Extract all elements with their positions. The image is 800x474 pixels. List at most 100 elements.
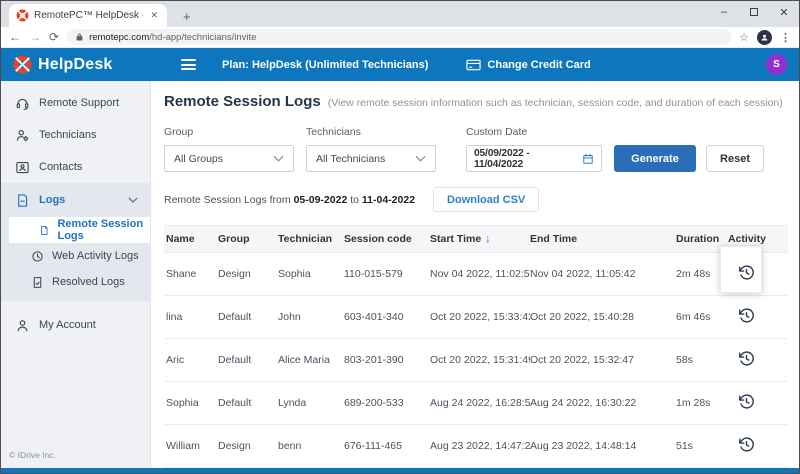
filters-bar: Group All Groups Technicians All Technic… xyxy=(164,126,786,172)
hamburger-menu-icon[interactable] xyxy=(181,59,196,70)
cell-technician: benn xyxy=(278,424,344,468)
sidebar-item-label: Contacts xyxy=(39,161,83,173)
person-icon xyxy=(761,34,768,40)
group-select[interactable]: All Groups xyxy=(164,145,294,172)
cell-session-code: 676-111-465 xyxy=(344,424,430,468)
sidebar-item-web-activity-logs[interactable]: Web Activity Logs xyxy=(1,243,150,269)
cell-start-time: Oct 20 2022, 15:33:42 xyxy=(430,295,530,339)
cell-technician: Lynda xyxy=(278,381,344,425)
col-session-code[interactable]: Session code xyxy=(344,225,430,253)
cell-name: Sophia xyxy=(164,381,218,425)
sidebar-item-resolved-logs[interactable]: Resolved Logs xyxy=(1,269,150,295)
sidebar-item-label: Technicians xyxy=(39,129,97,141)
cell-start-time: Nov 04 2022, 11:02:54 xyxy=(430,252,530,296)
forward-button[interactable]: → xyxy=(29,31,41,43)
date-range-input[interactable]: 05/09/2022 - 11/04/2022 xyxy=(466,145,602,172)
col-technician[interactable]: Technician xyxy=(278,225,344,253)
sidebar-item-label: My Account xyxy=(39,319,96,331)
sidebar-item-label: Logs xyxy=(39,194,66,206)
activity-history-icon[interactable] xyxy=(738,436,755,453)
summary-to-date: 11-04-2022 xyxy=(361,193,416,206)
cell-group: Default xyxy=(218,381,278,425)
change-credit-card-label: Change Credit Card xyxy=(487,58,591,71)
browser-menu-icon[interactable]: ⋮ xyxy=(780,31,791,44)
col-group[interactable]: Group xyxy=(218,225,278,253)
browser-tab[interactable]: RemotePC™ HelpDesk - Remote ✕ xyxy=(9,4,167,27)
change-credit-card-button[interactable]: Change Credit Card xyxy=(466,58,591,71)
cell-session-code: 110-015-579 xyxy=(344,252,430,296)
tab-close-icon[interactable]: ✕ xyxy=(148,10,160,21)
cell-duration: 6m 46s xyxy=(676,295,728,339)
tab-strip: RemotePC™ HelpDesk - Remote ✕ + – ✕ xyxy=(1,1,799,27)
cell-duration: 51s xyxy=(676,424,728,468)
sidebar: Remote Support Technicians Contacts Logs… xyxy=(1,81,151,468)
user-avatar[interactable]: S xyxy=(766,54,787,75)
url-path: /hd-app/technicians/invite xyxy=(149,31,257,43)
col-name[interactable]: Name xyxy=(164,225,218,253)
window-minimize-button[interactable]: – xyxy=(709,1,739,23)
sidebar-item-technicians[interactable]: Technicians xyxy=(1,119,150,151)
sidebar-item-contacts[interactable]: Contacts xyxy=(1,151,150,183)
bookmark-star-icon[interactable]: ☆ xyxy=(739,31,749,44)
browser-profile-avatar[interactable] xyxy=(757,29,772,45)
download-csv-button[interactable]: Download CSV xyxy=(433,187,540,212)
col-start-time[interactable]: Start Time ↓ xyxy=(430,225,530,253)
brand-logo[interactable]: HelpDesk xyxy=(13,55,163,74)
cell-duration: 58s xyxy=(676,338,728,382)
table-row: lina Default John 603-401-340 Oct 20 202… xyxy=(164,295,788,339)
sidebar-item-label: Resolved Logs xyxy=(52,276,125,288)
summary-row: Remote Session Logs from 05-09-2022 to 1… xyxy=(164,187,786,212)
new-tab-button[interactable]: + xyxy=(177,9,197,27)
maximize-icon xyxy=(750,8,758,16)
sidebar-item-logs[interactable]: Logs xyxy=(1,183,150,217)
cell-end-time: Oct 20 2022, 15:32:47 xyxy=(530,338,676,382)
cell-end-time: Aug 23 2022, 14:48:14 xyxy=(530,424,676,468)
col-activity[interactable]: Activity xyxy=(728,225,788,253)
cell-start-time: Aug 24 2022, 16:28:54 xyxy=(430,381,530,425)
sort-descending-icon[interactable]: ↓ xyxy=(485,233,491,245)
plan-label: Plan: HelpDesk (Unlimited Technicians) xyxy=(222,58,429,71)
activity-history-icon[interactable] xyxy=(738,264,755,281)
sidebar-item-my-account[interactable]: My Account xyxy=(1,309,150,341)
window-close-button[interactable]: ✕ xyxy=(769,1,799,23)
session-logs-table: Name Group Technician Session code Start… xyxy=(164,225,788,468)
technicians-select[interactable]: All Technicians xyxy=(306,145,436,172)
activity-history-icon[interactable] xyxy=(738,393,755,410)
tab-favicon-lifebuoy-icon xyxy=(16,9,29,22)
sidebar-item-remote-support[interactable]: Remote Support xyxy=(1,87,150,119)
page-title: Remote Session Logs xyxy=(164,93,321,110)
page-subtitle: (View remote session information such as… xyxy=(327,97,783,109)
cell-group: Design xyxy=(218,252,278,296)
col-duration[interactable]: Duration xyxy=(676,225,728,253)
cell-session-code: 603-401-340 xyxy=(344,295,430,339)
chevron-down-icon xyxy=(415,155,426,162)
headset-icon xyxy=(16,98,29,110)
calendar-icon xyxy=(583,153,593,164)
url-domain: remotepc.com xyxy=(89,31,150,43)
reset-button[interactable]: Reset xyxy=(706,145,764,172)
summary-text: Remote Session Logs from 05-09-2022 to 1… xyxy=(164,193,416,206)
copyright-text: © IDrive Inc. xyxy=(9,450,56,460)
window-maximize-button[interactable] xyxy=(739,1,769,23)
table-row: Shane Design Sophia 110-015-579 Nov 04 2… xyxy=(164,252,788,296)
generate-button[interactable]: Generate xyxy=(614,145,696,172)
url-text: remotepc.com/hd-app/technicians/invite xyxy=(89,32,256,43)
sidebar-item-label: Web Activity Logs xyxy=(52,250,139,262)
address-bar[interactable]: remotepc.com/hd-app/technicians/invite xyxy=(67,29,732,45)
cell-name: lina xyxy=(164,295,218,339)
sidebar-item-remote-session-logs[interactable]: Remote Session Logs xyxy=(9,217,150,243)
activity-history-icon[interactable] xyxy=(738,350,755,367)
col-end-time[interactable]: End Time xyxy=(530,225,676,253)
refresh-button[interactable]: ⟳ xyxy=(49,31,59,43)
back-button[interactable]: ← xyxy=(9,31,21,43)
cell-technician: Alice Maria xyxy=(278,338,344,382)
group-filter-label: Group xyxy=(164,126,194,138)
cell-session-code: 803-201-390 xyxy=(344,338,430,382)
cell-duration: 2m 48s xyxy=(676,252,728,296)
logs-document-icon xyxy=(18,193,28,207)
sidebar-logs-group: Logs Remote Session Logs Web Activity Lo… xyxy=(1,183,150,301)
cell-session-code: 689-200-533 xyxy=(344,381,430,425)
resolved-log-icon xyxy=(33,276,42,288)
activity-history-icon[interactable] xyxy=(738,307,755,324)
contact-card-icon xyxy=(16,161,29,173)
